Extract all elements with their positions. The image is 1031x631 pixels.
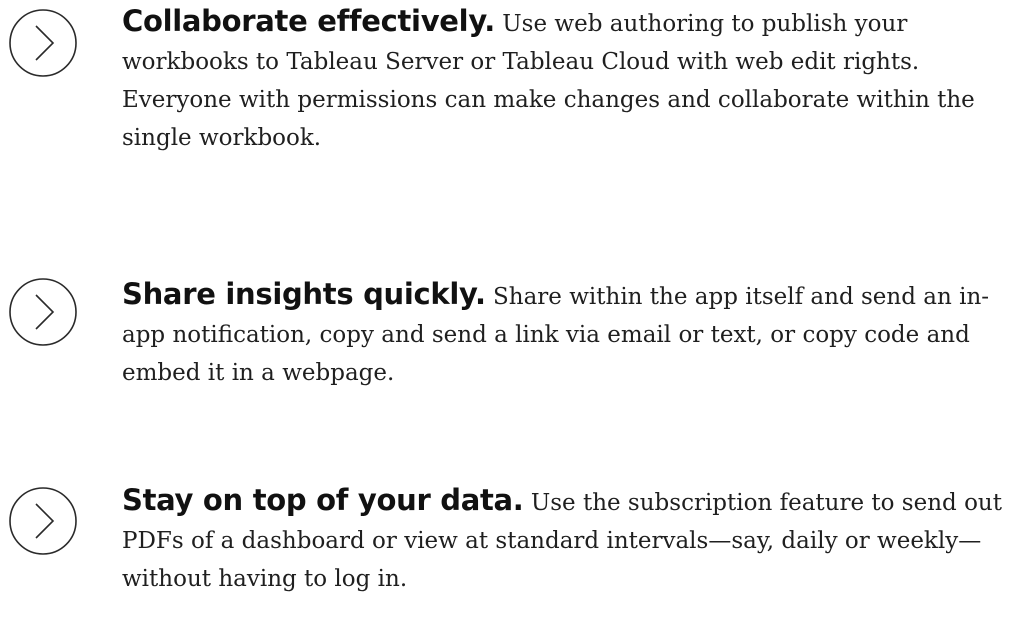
chevron-right-circle-icon[interactable] — [8, 277, 78, 347]
feature-text: Stay on top of your data. Use the subscr… — [122, 481, 1022, 598]
feature-text: Collaborate effectively. Use web authori… — [122, 2, 1022, 157]
chevron-right-circle-icon[interactable] — [8, 8, 78, 78]
feature-heading: Collaborate effectively. — [122, 4, 495, 38]
feature-heading: Stay on top of your data. — [122, 483, 524, 517]
chevron-right-circle-icon[interactable] — [8, 486, 78, 556]
feature-heading: Share insights quickly. — [122, 277, 486, 311]
feature-text: Share insights quickly. Share within the… — [122, 275, 1022, 392]
